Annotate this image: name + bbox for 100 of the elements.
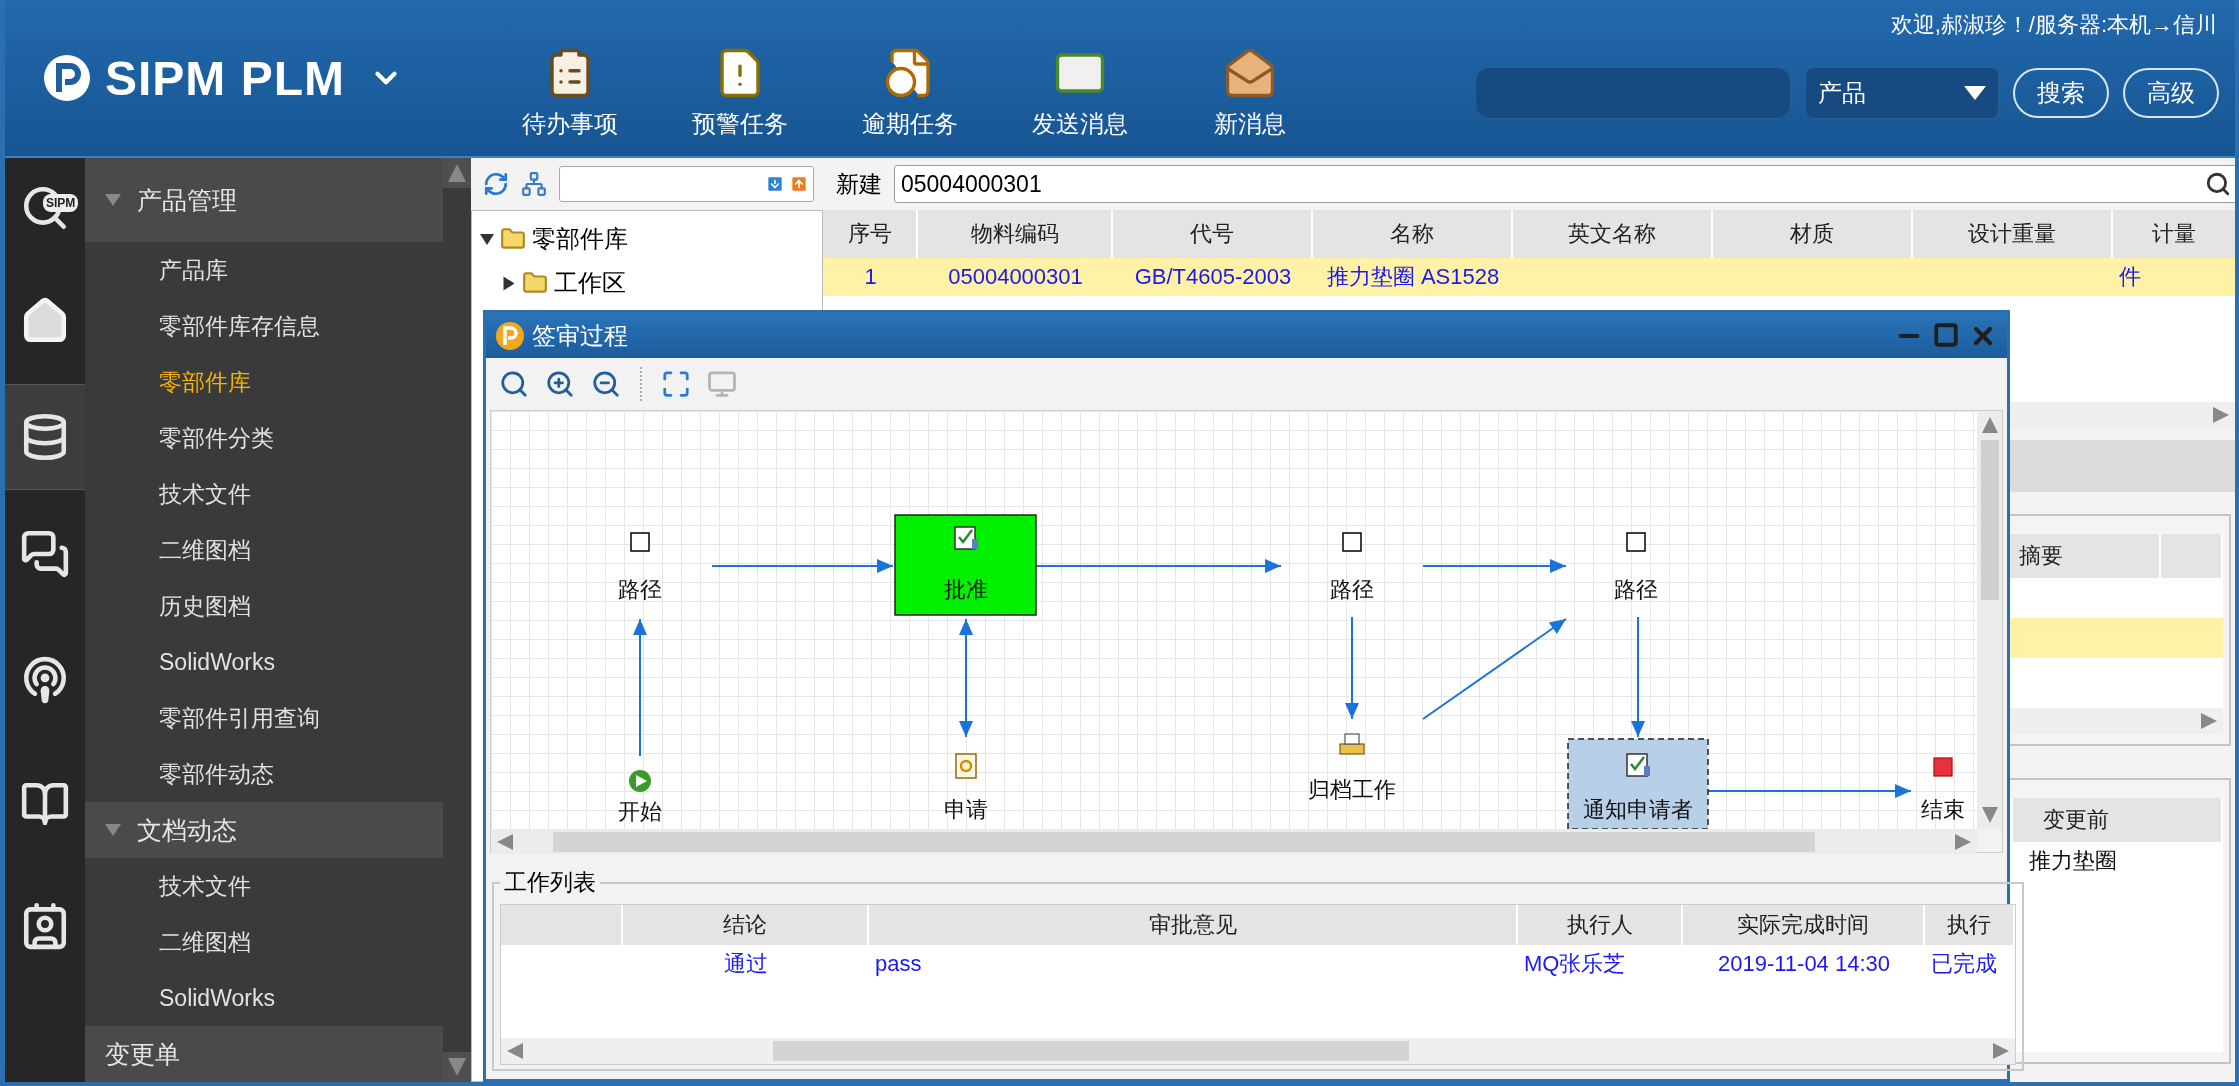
search-button[interactable]: 搜索	[2013, 68, 2109, 118]
nav-group-label[interactable]: 变更单	[105, 1037, 180, 1071]
category-select[interactable]: 产品	[1805, 67, 1999, 119]
nav-group-header[interactable]: 产品管理	[85, 158, 443, 242]
nav-item[interactable]: 产品库	[85, 242, 443, 298]
toolbar-button[interactable]: 待办事项	[485, 46, 655, 140]
horizontal-scrollbar[interactable]	[491, 829, 1977, 854]
expand-triangle-icon[interactable]	[105, 194, 121, 206]
scroll-arrow-icon[interactable]	[507, 1043, 523, 1059]
tree-structure-icon[interactable]	[521, 171, 547, 197]
tree-item[interactable]: 工作区	[554, 267, 626, 299]
toolbar-button[interactable]: 逾期任务	[825, 46, 995, 140]
nav-item[interactable]: SolidWorks	[85, 970, 443, 1026]
nav-group-label[interactable]: 文档动态	[137, 813, 237, 847]
node-label: 路径	[1330, 577, 1374, 602]
worklist-title: 工作列表	[503, 868, 597, 897]
scroll-arrow-icon[interactable]	[2213, 407, 2229, 423]
nav-item[interactable]: 技术文件	[85, 466, 443, 522]
nav-group-header[interactable]: 文档动态	[85, 802, 443, 858]
scroll-down-button[interactable]	[443, 1052, 471, 1082]
zoom-out-icon	[591, 369, 621, 399]
route-square-icon[interactable]	[1342, 532, 1362, 552]
task-node[interactable]: 批准	[894, 514, 1037, 616]
tree-item[interactable]: 零部件库	[532, 223, 628, 255]
node-label: 结束	[1921, 797, 1965, 822]
scroll-up-button[interactable]	[443, 158, 471, 188]
advanced-button[interactable]: 高级	[2123, 68, 2219, 118]
code-search-field[interactable]: 05004000301	[894, 165, 2235, 203]
column-header[interactable]: 执行	[1925, 905, 2015, 945]
nav-group-header[interactable]: 变更单	[85, 1026, 443, 1082]
maximize-icon[interactable]	[1933, 321, 1959, 348]
stop-square-icon[interactable]	[1933, 757, 1953, 777]
combo-field[interactable]	[559, 166, 814, 202]
column-header[interactable]: 名称	[1313, 210, 1513, 258]
route-square-icon[interactable]	[1626, 532, 1646, 552]
column-header[interactable]: 物料编码	[918, 210, 1113, 258]
scroll-arrow-icon[interactable]	[2201, 713, 2217, 729]
dialog-title: 签审过程	[532, 320, 628, 351]
search-field[interactable]	[1475, 67, 1791, 119]
table-cell-text: 推力垫圈	[2029, 847, 2117, 875]
column-header[interactable]: 材质	[1713, 210, 1913, 258]
scroll-arrow-icon[interactable]	[1955, 833, 1971, 850]
nav-item[interactable]: SolidWorks	[85, 634, 443, 690]
column-header[interactable]: 英文名称	[1513, 210, 1713, 258]
logo-icon	[43, 54, 91, 102]
column-header[interactable]: 实际完成时间	[1683, 905, 1925, 945]
node-label: 路径	[618, 577, 662, 602]
scroll-arrow-icon[interactable]	[1981, 417, 1998, 433]
column-header[interactable]: 变更前	[2013, 798, 2223, 842]
nav-item[interactable]: 零部件库存信息	[85, 298, 443, 354]
route-square-icon[interactable]	[630, 532, 650, 552]
column-header[interactable]: 执行人	[1518, 905, 1683, 945]
nav-item[interactable]: 零部件引用查询	[85, 690, 443, 746]
document-gear-icon[interactable]	[955, 753, 977, 779]
node-label: 申请	[944, 797, 988, 822]
scroll-arrow-icon[interactable]	[448, 1058, 466, 1076]
task-node[interactable]: 通知申请者	[1567, 738, 1709, 829]
nav-item[interactable]: 历史图档	[85, 578, 443, 634]
vertical-scrollbar[interactable]	[1977, 411, 2002, 829]
badge: SIPM	[43, 194, 79, 212]
magnifier-icon	[499, 369, 529, 399]
table-cell-text: 通过	[724, 950, 768, 978]
table-row[interactable]: 1 05004000301 GB/T4605-2003 推力垫圈 AS1528 件	[823, 258, 2235, 296]
scroll-arrow-icon[interactable]	[448, 164, 466, 182]
column-header[interactable]: 代号	[1113, 210, 1313, 258]
rail-tab[interactable]: SIPM	[5, 158, 85, 258]
nav-item[interactable]: 二维图档	[85, 914, 443, 970]
horizontal-scrollbar[interactable]	[501, 1038, 2015, 1064]
play-icon[interactable]	[629, 770, 651, 792]
welcome-text: 欢迎,郝淑珍！/服务器:本机→信川	[1890, 11, 2217, 39]
caret-icon	[1964, 86, 1986, 100]
column-header[interactable]: 序号	[823, 210, 918, 258]
refresh-icon[interactable]	[483, 171, 509, 197]
open-envelope-icon	[1223, 46, 1277, 100]
app-logo-text: SIPM PLM	[105, 50, 345, 106]
nav-group-label[interactable]: 产品管理	[137, 183, 237, 217]
printer-icon[interactable]	[1339, 733, 1365, 755]
nav-item[interactable]: 零部件库	[85, 354, 443, 410]
logo-icon	[496, 321, 524, 350]
node-label: 通知申请者	[1583, 797, 1693, 822]
column-header[interactable]: 结论	[623, 905, 869, 945]
folder-icon	[500, 226, 526, 252]
toolbar-button[interactable]: 发送消息	[995, 46, 1165, 140]
toolbar-button[interactable]: 预警任务	[655, 46, 825, 140]
scroll-arrow-icon[interactable]	[497, 833, 513, 850]
column-header[interactable]: 设计重量	[1913, 210, 2113, 258]
nav-item[interactable]: 二维图档	[85, 522, 443, 578]
checklist-icon	[1626, 753, 1650, 777]
scroll-arrow-icon[interactable]	[1993, 1043, 2009, 1059]
column-header[interactable]: 审批意见	[869, 905, 1518, 945]
column-header[interactable]: 计量	[2113, 210, 2235, 258]
folder-icon	[522, 270, 548, 296]
nav-item[interactable]: 零部件动态	[85, 746, 443, 802]
nav-item[interactable]: 零部件分类	[85, 410, 443, 466]
scroll-arrow-icon[interactable]	[1981, 807, 1998, 823]
table-cell: 2019-11-04 14:30	[1717, 951, 1891, 977]
expand-triangle-icon[interactable]	[105, 824, 121, 836]
toolbar-button[interactable]: 新消息	[1165, 46, 1335, 140]
nav-item[interactable]: 技术文件	[85, 858, 443, 914]
new-label: 新建	[836, 169, 882, 199]
